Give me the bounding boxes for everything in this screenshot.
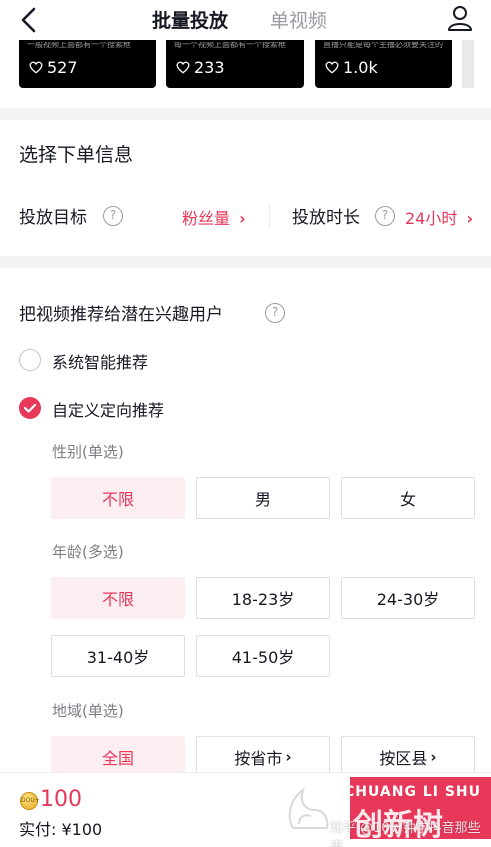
duration-selector[interactable]: 24小时 ›	[405, 205, 473, 229]
help-icon[interactable]: ?	[265, 303, 285, 323]
watermark-text: CHUANG LI SHU	[344, 784, 482, 800]
option-text: 不限	[101, 590, 134, 609]
gender-label: 性别(单选)	[52, 443, 124, 461]
section-divider	[0, 108, 491, 120]
like-count-text: 527	[47, 58, 78, 77]
video-card[interactable]: 直播只能是每个主播必须要关注的 1.0k	[315, 40, 452, 88]
chevron-right-icon: ›	[239, 209, 246, 228]
option-text: 24-30岁	[376, 590, 440, 609]
targeting-title: 把视频推荐给潜在兴趣用户	[19, 305, 223, 325]
video-card-partial[interactable]	[462, 40, 474, 88]
back-arrow-icon[interactable]	[16, 6, 44, 34]
video-card[interactable]: 一般视频上面都有一个搜索框 527	[19, 40, 156, 88]
goal-value: 粉丝量	[182, 209, 231, 228]
coin-text: DOU+	[21, 797, 40, 804]
tab-single-video[interactable]: 单视频	[270, 6, 327, 33]
option-text: 18-23岁	[231, 590, 295, 609]
duration-label: 投放时长	[292, 208, 360, 228]
option-text: 31-40岁	[86, 648, 150, 667]
option-text: 41-50岁	[231, 648, 295, 667]
like-count-text: 233	[194, 58, 225, 77]
gender-option-male[interactable]: 男	[196, 477, 330, 519]
option-text: 男	[254, 490, 271, 509]
region-label: 地域(单选)	[52, 702, 124, 720]
top-nav: 批量投放 单视频	[0, 0, 491, 40]
heart-icon	[325, 61, 339, 74]
age-option-24-30[interactable]: 24-30岁	[341, 577, 475, 619]
option-text: 按省市	[234, 749, 283, 768]
vertical-divider	[269, 204, 270, 228]
age-label: 年龄(多选)	[52, 543, 124, 561]
gender-option-any[interactable]: 不限	[51, 477, 185, 519]
like-count: 233	[176, 58, 225, 77]
check-icon	[23, 403, 37, 413]
tab-batch-promote[interactable]: 批量投放	[152, 6, 228, 33]
age-option-18-23[interactable]: 18-23岁	[196, 577, 330, 619]
video-caption: 一般视频上面都有一个搜索框	[27, 42, 131, 48]
custom-targeting-label[interactable]: 自定义定向推荐	[52, 397, 164, 421]
video-caption: 直播只能是每个主播必须要关注的	[323, 42, 443, 48]
watermark-logo-icon	[288, 787, 329, 829]
chevron-right-icon: ›	[285, 748, 292, 766]
duration-value: 24小时	[405, 209, 458, 228]
option-text: 全国	[101, 749, 134, 768]
order-info-title: 选择下单信息	[19, 144, 134, 166]
chevron-right-icon: ›	[430, 748, 437, 766]
help-icon[interactable]: ?	[103, 206, 123, 226]
paid-amount: 实付: ¥100	[19, 820, 103, 839]
video-strip: 一般视频上面都有一个搜索框 527 每一个视频上面都有一个搜索框 233 直播只…	[0, 40, 491, 90]
dou-coin-icon: DOU+	[20, 792, 40, 810]
like-count-text: 1.0k	[343, 58, 378, 77]
radio-system-recommend[interactable]	[19, 349, 41, 371]
total-amount: 100	[40, 787, 82, 812]
like-count: 1.0k	[325, 58, 378, 77]
gender-option-female[interactable]: 女	[341, 477, 475, 519]
like-count: 527	[29, 58, 78, 77]
video-card[interactable]: 每一个视频上面都有一个搜索框 233	[166, 40, 304, 88]
age-option-31-40[interactable]: 31-40岁	[51, 635, 185, 677]
goal-selector[interactable]: 粉丝量 ›	[182, 205, 246, 229]
help-icon[interactable]: ?	[375, 206, 395, 226]
option-text: 按区县	[379, 749, 428, 768]
chevron-right-icon: ›	[466, 209, 474, 228]
option-text: 不限	[101, 490, 134, 509]
age-option-any[interactable]: 不限	[51, 577, 185, 619]
option-text: 女	[399, 490, 416, 509]
section-divider	[0, 256, 491, 268]
heart-icon	[29, 61, 43, 74]
video-caption: 每一个视频上面都有一个搜索框	[174, 42, 286, 48]
user-icon[interactable]	[447, 4, 473, 32]
age-option-41-50[interactable]: 41-50岁	[196, 635, 330, 677]
heart-icon	[176, 61, 190, 74]
watermark-caption: 知乎 @10分钟学抖音那些事	[330, 821, 481, 847]
goal-label: 投放目标	[19, 208, 87, 228]
system-recommend-label[interactable]: 系统智能推荐	[52, 349, 148, 373]
radio-custom-targeting[interactable]	[19, 397, 41, 419]
